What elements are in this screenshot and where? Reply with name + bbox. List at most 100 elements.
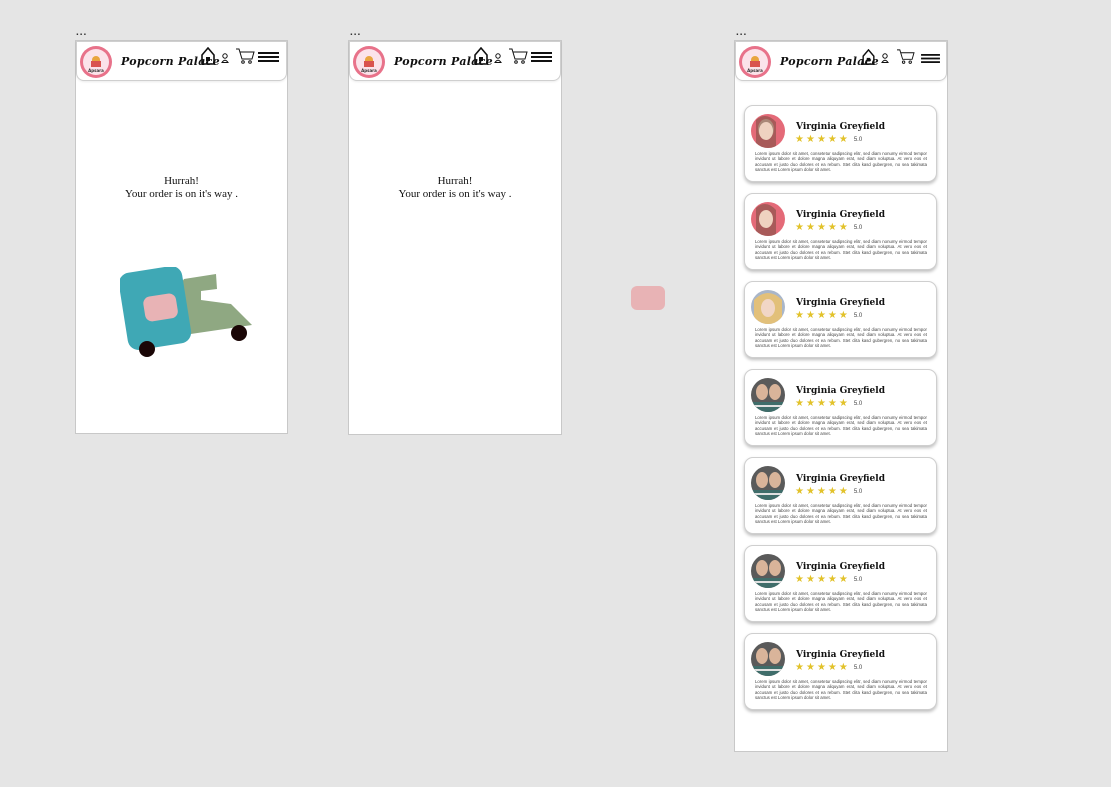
star-icon: ★ bbox=[827, 485, 837, 497]
star-icon: ★ bbox=[838, 397, 848, 409]
star-icon: ★ bbox=[805, 661, 815, 673]
avatar bbox=[751, 466, 785, 500]
star-icon: ★ bbox=[805, 573, 815, 585]
order-status-message: Hurrah! Your order is on it's way . bbox=[349, 175, 561, 201]
star-icon: ★ bbox=[816, 573, 826, 585]
star-icon: ★ bbox=[795, 309, 804, 321]
star-rating: ★ ★ ★ ★ ★ 5.0 bbox=[795, 486, 862, 497]
frame-label: ... bbox=[350, 27, 362, 38]
avatar bbox=[751, 290, 785, 324]
review-card[interactable]: Virginia Greyfield ★ ★ ★ ★ ★ 5.0 Lorem ipsum … bbox=[744, 281, 937, 358]
review-text: Lorem ipsum dolor sit amet, consetetur s… bbox=[755, 679, 927, 700]
navbar: Apsara Popcorn Palace bbox=[735, 41, 947, 81]
star-rating: ★ ★ ★ ★ ★ 5.0 bbox=[795, 574, 862, 585]
star-icon: ★ bbox=[795, 573, 804, 585]
review-card[interactable]: Virginia Greyfield ★ ★ ★ ★ ★ 5.0 Lorem ipsum … bbox=[744, 105, 937, 182]
star-icon: ★ bbox=[795, 133, 804, 145]
star-icon: ★ bbox=[838, 309, 848, 321]
star-icon: ★ bbox=[838, 485, 848, 497]
logo-text: Apsara bbox=[88, 68, 104, 73]
reviewer-name: Virginia Greyfield bbox=[796, 298, 885, 308]
star-icon: ★ bbox=[805, 397, 815, 409]
star-rating: ★ ★ ★ ★ ★ 5.0 bbox=[795, 662, 862, 673]
star-icon: ★ bbox=[816, 221, 826, 233]
avatar bbox=[751, 114, 785, 148]
message-title: Hurrah! bbox=[437, 175, 473, 187]
star-icon: ★ bbox=[816, 397, 826, 409]
review-card[interactable]: Virginia Greyfield ★ ★ ★ ★ ★ 5.0 Lorem ipsum … bbox=[744, 369, 937, 446]
rating-score: 5.0 bbox=[853, 576, 863, 583]
reviews-screen: Apsara Popcorn Palace Virginia Greyfield… bbox=[734, 40, 948, 752]
avatar bbox=[751, 378, 785, 412]
frame-label: ... bbox=[76, 27, 88, 38]
review-card[interactable]: Virginia Greyfield ★ ★ ★ ★ ★ 5.0 Lorem ipsum … bbox=[744, 193, 937, 270]
hamburger-menu-icon[interactable] bbox=[531, 52, 552, 62]
star-icon: ★ bbox=[827, 133, 837, 145]
pink-shape bbox=[631, 286, 665, 310]
reviewer-name: Virginia Greyfield bbox=[796, 386, 885, 396]
message-subtitle: Your order is on it's way . bbox=[398, 188, 512, 200]
home-icon[interactable] bbox=[862, 49, 875, 65]
star-rating: ★ ★ ★ ★ ★ 5.0 bbox=[795, 310, 862, 321]
avatar bbox=[751, 554, 785, 588]
review-card[interactable]: Virginia Greyfield ★ ★ ★ ★ ★ 5.0 Lorem ipsum … bbox=[744, 633, 937, 710]
logo[interactable]: Apsara bbox=[739, 46, 771, 78]
star-icon: ★ bbox=[816, 661, 826, 673]
star-icon: ★ bbox=[827, 397, 837, 409]
logo-text: Apsara bbox=[361, 68, 377, 73]
user-icon[interactable] bbox=[494, 53, 502, 63]
reviewer-name: Virginia Greyfield bbox=[796, 210, 885, 220]
message-title: Hurrah! bbox=[164, 175, 199, 187]
star-icon: ★ bbox=[827, 573, 837, 585]
rating-score: 5.0 bbox=[853, 488, 863, 495]
star-icon: ★ bbox=[805, 133, 815, 145]
star-icon: ★ bbox=[838, 661, 848, 673]
cart-icon[interactable] bbox=[508, 47, 528, 65]
user-icon[interactable] bbox=[881, 53, 889, 63]
home-icon[interactable] bbox=[201, 47, 215, 65]
review-card[interactable]: Virginia Greyfield ★ ★ ★ ★ ★ 5.0 Lorem ipsum … bbox=[744, 457, 937, 534]
review-text: Lorem ipsum dolor sit amet, consetetur s… bbox=[755, 239, 927, 260]
reviewer-name: Virginia Greyfield bbox=[796, 122, 885, 132]
star-icon: ★ bbox=[816, 485, 826, 497]
review-text: Lorem ipsum dolor sit amet, consetetur s… bbox=[755, 503, 927, 524]
star-rating: ★ ★ ★ ★ ★ 5.0 bbox=[795, 222, 862, 233]
rating-score: 5.0 bbox=[853, 400, 863, 407]
navbar: Apsara Popcorn Palace bbox=[349, 41, 561, 81]
avatar bbox=[751, 642, 785, 676]
star-icon: ★ bbox=[805, 221, 815, 233]
hamburger-menu-icon[interactable] bbox=[921, 54, 940, 63]
order-confirmation-screen: Apsara Popcorn Palace Hurrah! Your order… bbox=[348, 40, 562, 435]
reviewer-name: Virginia Greyfield bbox=[796, 474, 885, 484]
star-icon: ★ bbox=[816, 309, 826, 321]
star-icon: ★ bbox=[838, 221, 848, 233]
cart-icon[interactable] bbox=[896, 48, 915, 65]
hamburger-menu-icon[interactable] bbox=[258, 52, 279, 62]
star-icon: ★ bbox=[795, 661, 804, 673]
reviewer-name: Virginia Greyfield bbox=[796, 562, 885, 572]
rating-score: 5.0 bbox=[853, 224, 863, 231]
star-rating: ★ ★ ★ ★ ★ 5.0 bbox=[795, 398, 862, 409]
logo-text: Apsara bbox=[747, 68, 763, 73]
user-icon[interactable] bbox=[221, 53, 229, 63]
review-text: Lorem ipsum dolor sit amet, consetetur s… bbox=[755, 591, 927, 612]
message-subtitle: Your order is on it's way . bbox=[124, 188, 238, 200]
star-icon: ★ bbox=[805, 309, 815, 321]
reviewer-name: Virginia Greyfield bbox=[796, 650, 885, 660]
star-icon: ★ bbox=[795, 397, 804, 409]
home-icon[interactable] bbox=[474, 47, 488, 65]
logo[interactable]: Apsara bbox=[80, 46, 112, 78]
star-icon: ★ bbox=[805, 485, 815, 497]
cart-icon[interactable] bbox=[235, 47, 255, 65]
star-icon: ★ bbox=[816, 133, 826, 145]
rating-score: 5.0 bbox=[853, 312, 863, 319]
review-card[interactable]: Virginia Greyfield ★ ★ ★ ★ ★ 5.0 Lorem ipsum … bbox=[744, 545, 937, 622]
logo[interactable]: Apsara bbox=[353, 46, 385, 78]
star-icon: ★ bbox=[838, 573, 848, 585]
star-icon: ★ bbox=[827, 309, 837, 321]
star-icon: ★ bbox=[795, 221, 804, 233]
review-text: Lorem ipsum dolor sit amet, consetetur s… bbox=[755, 415, 927, 436]
delivery-truck-illustration bbox=[120, 267, 252, 357]
star-rating: ★ ★ ★ ★ ★ 5.0 bbox=[795, 134, 862, 145]
avatar bbox=[751, 202, 785, 236]
